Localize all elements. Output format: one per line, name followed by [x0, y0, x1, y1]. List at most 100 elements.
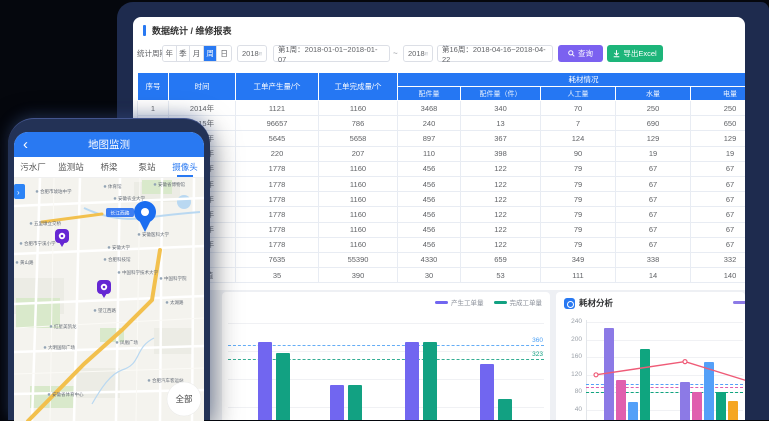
table-cell: 79: [541, 176, 616, 191]
map-label: 合肥市琥珀中学: [40, 188, 72, 195]
table-cell: 1778: [236, 176, 319, 191]
consumables-bar: [692, 392, 702, 420]
map-label: 安徽省博物馆: [158, 181, 185, 188]
table-cell: 67: [616, 161, 691, 176]
table-cell: 5658: [319, 131, 398, 146]
col-header-no: 序号: [138, 73, 169, 101]
phone-tab-bar: 污水厂监测站桥梁泵站摄像头: [14, 157, 204, 178]
table-cell: 19: [691, 146, 746, 161]
table-cell: 1160: [319, 192, 398, 207]
table-cell: 1778: [236, 207, 319, 222]
table-cell: 650: [691, 116, 746, 131]
y-axis-tick: 40: [560, 406, 582, 413]
table-cell: 456: [398, 176, 461, 191]
bar-完成工单量: [348, 385, 362, 420]
table-cell: 140: [691, 268, 746, 283]
period-option-周[interactable]: 周: [204, 46, 218, 61]
start-week-input[interactable]: 第1周：2018-01-01~2018-01-07: [273, 45, 390, 62]
bar-产生工单量: [330, 385, 344, 420]
show-all-button[interactable]: 全部: [167, 382, 201, 416]
table-row: 72020年17781160456122796767: [138, 192, 746, 207]
back-icon[interactable]: ‹: [23, 134, 28, 155]
calendar-icon: [259, 50, 262, 57]
start-year-select[interactable]: 2018: [237, 45, 267, 62]
table-cell: 1160: [319, 161, 398, 176]
table-cell: 1778: [236, 222, 319, 237]
table-cell: 70: [541, 101, 616, 116]
map-expand-button[interactable]: ›: [14, 184, 25, 199]
range-separator: ~: [393, 45, 398, 62]
table-cell: 398: [461, 146, 541, 161]
map-label: 五里墩立交桥: [34, 220, 61, 227]
road-name-pill: 长江西路: [106, 208, 134, 217]
consumables-chart-card: 耗材分析 2402001601208040: [556, 292, 745, 420]
table-cell: 4330: [398, 252, 461, 267]
col-subheader: 人工量: [541, 87, 616, 101]
phone-tab-桥梁[interactable]: 桥梁: [90, 157, 128, 177]
table-cell: 79: [541, 237, 616, 252]
consumables-bar: [628, 402, 638, 420]
map-label: 体育馆: [108, 183, 122, 190]
table-cell: 96657: [236, 116, 319, 131]
table-cell: 1160: [319, 207, 398, 222]
table-row: 82021年17781160456122796767: [138, 207, 746, 222]
breadcrumb: 数据统计 / 维修报表: [133, 17, 745, 43]
end-week-input[interactable]: 第16周：2018-04-16~2018-04-22: [437, 45, 553, 62]
y-axis-tick: 240: [560, 318, 582, 325]
bar-完成工单量: [498, 399, 512, 420]
period-option-月[interactable]: 月: [190, 46, 204, 61]
table-cell: 1160: [319, 101, 398, 116]
table-cell: 2014年: [169, 101, 236, 116]
map[interactable]: 合肥市琥珀中学体育馆安徽省博物馆安徽农业大学五里墩立交桥安徽医科大学合肥市宁溪小…: [14, 178, 204, 421]
end-year-select[interactable]: 2018: [403, 45, 433, 62]
period-option-季[interactable]: 季: [177, 46, 191, 61]
table-cell: 67: [691, 237, 746, 252]
table-cell: 220: [236, 146, 319, 161]
bar-完成工单量: [276, 353, 290, 420]
col-subheader: 水量: [616, 87, 691, 101]
period-option-年[interactable]: 年: [163, 46, 177, 61]
table-cell: 110: [398, 146, 461, 161]
consumables-bar: [640, 349, 650, 420]
calendar-icon: [425, 50, 428, 57]
table-cell: 111: [541, 268, 616, 283]
phone-tab-泵站[interactable]: 泵站: [128, 157, 166, 177]
search-button[interactable]: 查询: [558, 45, 603, 62]
phone-tab-污水厂[interactable]: 污水厂: [14, 157, 52, 177]
download-icon: [613, 50, 620, 58]
table-cell: 897: [398, 131, 461, 146]
map-label: 安徽省体育中心: [52, 391, 84, 398]
table-cell: 690: [616, 116, 691, 131]
table-cell: 332: [691, 252, 746, 267]
breadcrumb-accent-bar: [143, 25, 146, 36]
svg-text:长江西路: 长江西路: [110, 210, 129, 217]
map-container: 合肥市琥珀中学体育馆安徽省博物馆安徽农业大学五里墩立交桥安徽医科大学合肥市宁溪小…: [14, 178, 204, 421]
col-header-completed: 工单完成量/个: [319, 73, 398, 101]
breadcrumb-text: 数据统计 / 维修报表: [152, 24, 232, 37]
export-excel-button[interactable]: 导出Excel: [607, 45, 663, 62]
period-option-日[interactable]: 日: [217, 46, 231, 61]
gridline: [586, 322, 743, 323]
table-cell: 659: [461, 252, 541, 267]
table-cell: 124: [541, 131, 616, 146]
table-cell: 7: [541, 116, 616, 131]
phone-tab-监测站[interactable]: 监测站: [52, 157, 90, 177]
map-label: 中国科学院: [164, 275, 187, 282]
search-icon: [568, 50, 575, 57]
table-cell: 122: [461, 161, 541, 176]
table-cell: 53: [461, 268, 541, 283]
table-cell: 340: [461, 101, 541, 116]
table-cell: 122: [461, 192, 541, 207]
table-cell: 55390: [319, 252, 398, 267]
period-segmented-control[interactable]: 年季月周日: [162, 45, 232, 62]
table-cell: 13: [461, 116, 541, 131]
table-cell: 3468: [398, 101, 461, 116]
work-order-chart-card: 产生工单量完成工单量 360323: [222, 292, 550, 420]
table-cell: 1: [138, 101, 169, 116]
phone-tab-摄像头[interactable]: 摄像头: [166, 157, 204, 177]
svg-text:全部: 全部: [175, 394, 193, 404]
map-label: 中国科学技术大学: [122, 269, 158, 276]
table-cell: 456: [398, 222, 461, 237]
table-cell: 390: [319, 268, 398, 283]
table-cell: 19: [616, 146, 691, 161]
